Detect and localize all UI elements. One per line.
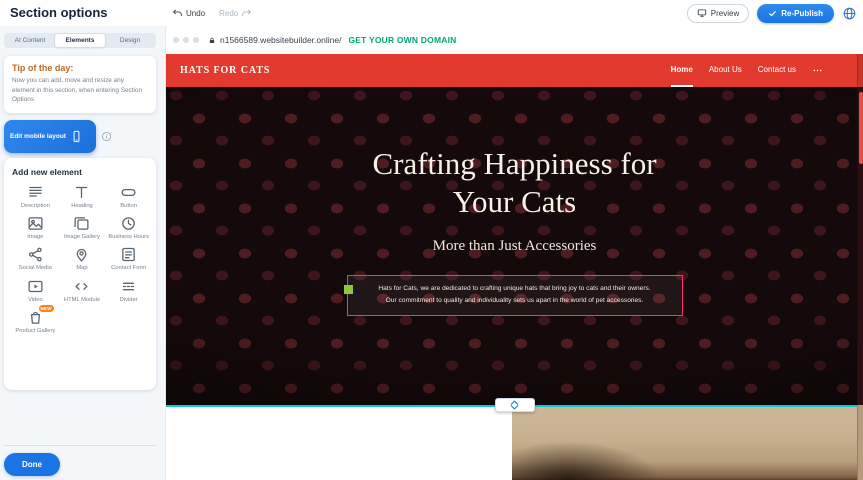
tab-ai-content[interactable]: AI Content (5, 34, 55, 47)
drag-handle[interactable] (344, 285, 353, 294)
element-contact-form[interactable]: Contact Form (105, 245, 152, 273)
element-product-gallery[interactable]: NEW Product Gallery (12, 308, 59, 336)
tip-heading: Tip of the day: (12, 63, 148, 73)
description-icon (27, 184, 44, 201)
element-html-module[interactable]: HTML Module (59, 277, 106, 305)
element-business-hours[interactable]: Business Hours (105, 214, 152, 242)
sidebar: AI Content Elements Design Tip of the da… (0, 26, 166, 480)
window-dot-icon (173, 37, 179, 43)
undo-icon (172, 8, 183, 19)
element-image[interactable]: Image (12, 214, 59, 242)
browser-bar: n1566589.websitebuilder.online/ GET YOUR… (166, 26, 863, 54)
element-button[interactable]: Button (105, 183, 152, 211)
next-section-empty (166, 407, 512, 480)
undo-label: Undo (186, 9, 205, 18)
site-scrollbar[interactable] (857, 54, 863, 480)
monitor-icon (697, 8, 707, 18)
lock-icon (208, 36, 216, 45)
image-gallery-icon (73, 215, 90, 232)
republish-label: Re-Publish (781, 9, 823, 18)
preview-button[interactable]: Preview (687, 4, 749, 23)
get-domain-link[interactable]: GET YOUR OWN DOMAIN (348, 35, 456, 45)
hero-heading[interactable]: Crafting Happiness for Your Cats (340, 87, 690, 221)
hero-body-line: Hats for Cats, we are dedicated to craft… (356, 283, 674, 296)
history-controls: Undo Redo (172, 0, 252, 26)
globe-icon (842, 6, 857, 21)
tip-of-the-day-card: Tip of the day: Now you can add, move an… (4, 56, 156, 113)
product-gallery-icon: NEW (27, 309, 44, 326)
info-icon[interactable] (101, 131, 112, 142)
add-new-element-panel: Add new element Description Heading Butt… (4, 158, 156, 390)
contact-form-icon (120, 246, 137, 263)
sidebar-tabs: AI Content Elements Design (4, 33, 156, 48)
done-button[interactable]: Done (4, 453, 60, 476)
new-badge: NEW (39, 305, 54, 312)
sidebar-divider (4, 445, 156, 446)
redo-label: Redo (219, 9, 238, 18)
app-window: Section options Undo Redo Preview (0, 0, 863, 480)
selected-text-element[interactable]: Hats for Cats, we are dedicated to craft… (347, 275, 683, 316)
tab-elements[interactable]: Elements (55, 34, 105, 47)
element-grid: Description Heading Button Image Image G… (12, 183, 152, 336)
heading-icon (73, 184, 90, 201)
divider-icon (120, 278, 137, 295)
html-module-icon (73, 278, 90, 295)
button-icon (120, 184, 137, 201)
window-dot-icon (193, 37, 199, 43)
image-icon (27, 215, 44, 232)
hero-section: Crafting Happiness for Your Cats More th… (166, 87, 863, 405)
site-logo[interactable]: HATS FOR CATS (180, 65, 270, 76)
element-heading[interactable]: Heading (59, 183, 106, 211)
topbar-actions: Preview Re-Publish (687, 0, 857, 26)
social-media-icon (27, 246, 44, 263)
map-icon (73, 246, 90, 263)
video-icon (27, 278, 44, 295)
phone-icon (70, 130, 83, 143)
business-hours-icon (120, 215, 137, 232)
redo-button[interactable]: Redo (219, 8, 252, 19)
topbar: Section options Undo Redo Preview (0, 0, 863, 26)
element-image-gallery[interactable]: Image Gallery (59, 214, 106, 242)
republish-button[interactable]: Re-Publish (757, 4, 834, 23)
redo-icon (241, 8, 252, 19)
hero-body-line: Our commitment to quality and individual… (356, 295, 674, 308)
site-nav: Home About Us Contact us (671, 54, 823, 87)
nav-about-us[interactable]: About Us (709, 54, 742, 87)
edit-mobile-layout-label: Edit mobile layout (10, 133, 66, 141)
element-social-media[interactable]: Social Media (12, 245, 59, 273)
cat-carpet-image[interactable] (512, 407, 863, 480)
tab-design[interactable]: Design (105, 34, 155, 47)
preview-area: n1566589.websitebuilder.online/ GET YOUR… (166, 26, 863, 480)
undo-button[interactable]: Undo (172, 8, 205, 19)
hero-subheading[interactable]: More than Just Accessories (166, 238, 863, 255)
edit-mobile-layout-button[interactable]: Edit mobile layout (4, 120, 96, 153)
element-description[interactable]: Description (12, 183, 59, 211)
next-section (166, 407, 863, 480)
element-divider[interactable]: Divider (105, 277, 152, 305)
language-globe-button[interactable] (842, 6, 857, 21)
element-map[interactable]: Map (59, 245, 106, 273)
preview-label: Preview (711, 9, 739, 18)
nav-contact-us[interactable]: Contact us (758, 54, 796, 87)
add-new-element-title: Add new element (12, 167, 152, 177)
section-resize-handle[interactable] (495, 398, 535, 412)
tip-body: Now you can add, move and resize any ele… (12, 76, 148, 105)
site-url: n1566589.websitebuilder.online/ (220, 35, 341, 45)
element-video[interactable]: Video (12, 277, 59, 305)
nav-more-button[interactable] (812, 65, 823, 76)
scrollbar-thumb[interactable] (859, 92, 863, 164)
check-icon (768, 9, 777, 18)
site-preview: HATS FOR CATS Home About Us Contact us C… (166, 54, 863, 480)
site-header: HATS FOR CATS Home About Us Contact us (166, 54, 863, 87)
page-title: Section options (10, 0, 108, 26)
window-dot-icon (183, 37, 189, 43)
nav-home[interactable]: Home (671, 54, 693, 87)
